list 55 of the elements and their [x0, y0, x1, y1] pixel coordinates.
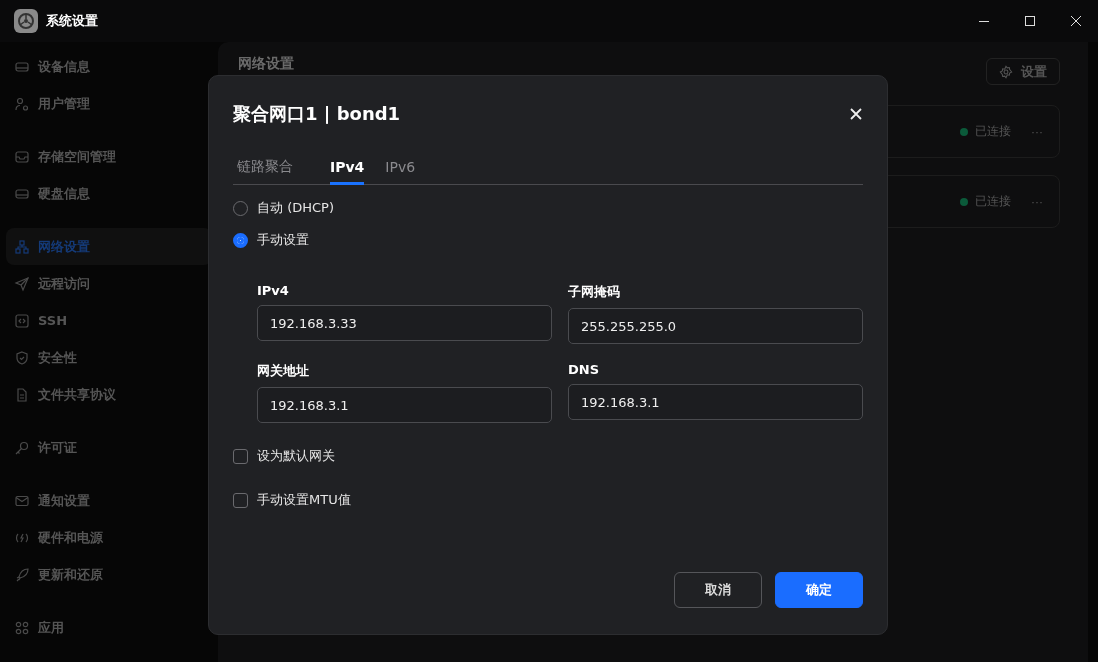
close-icon[interactable] [849, 107, 863, 121]
app-icon [14, 9, 38, 33]
sidebar-item[interactable]: 更新和还原 [6, 556, 212, 593]
tab[interactable]: IPv4 [330, 158, 365, 185]
sidebar-item[interactable]: 用户管理 [6, 85, 212, 122]
radio-label: 手动设置 [257, 231, 309, 249]
sidebar-item[interactable]: 许可证 [6, 429, 212, 466]
document-icon [14, 386, 30, 403]
dialog-title: 聚合网口1 | bond1 [233, 102, 401, 126]
window-title: 系统设置 [46, 12, 99, 30]
sidebar-item[interactable]: 存储空间管理 [6, 138, 212, 175]
sidebar-item[interactable]: SSH [6, 302, 212, 339]
network-icon [14, 238, 30, 255]
user-icon [14, 95, 30, 112]
status-text: 已连接 [975, 193, 1011, 210]
input-field[interactable]: 255.255.255.0 [568, 308, 863, 344]
sidebar-item[interactable]: 硬盘信息 [6, 175, 212, 212]
checkbox[interactable] [233, 492, 248, 508]
field-label: IPv4 [257, 283, 290, 298]
sidebar-item[interactable]: 文件共享协议 [6, 376, 212, 413]
tab[interactable]: 链路聚合 [237, 158, 293, 185]
key-icon [14, 439, 30, 456]
maximize-icon[interactable] [1022, 13, 1038, 29]
sidebar-item[interactable]: 硬件和电源 [6, 519, 212, 556]
confirm-button[interactable]: 确定 [775, 572, 863, 608]
radio-button[interactable] [233, 232, 248, 248]
page-title: 网络设置 [238, 55, 294, 71]
inbox-icon [14, 148, 30, 165]
sidebar-item[interactable]: 安全性 [6, 339, 212, 376]
close-icon[interactable] [1068, 13, 1084, 29]
settings-icon [999, 64, 1013, 79]
tab[interactable]: IPv6 [385, 158, 416, 185]
field-label: 子网掩码 [568, 283, 621, 301]
sidebar-item[interactable]: 应用 [6, 609, 212, 646]
shield-icon [14, 349, 30, 366]
paper-plane-icon [14, 275, 30, 292]
field-label: DNS [568, 362, 601, 377]
more-button[interactable]: ··· [1031, 124, 1043, 139]
input-field[interactable]: 192.168.3.1 [257, 387, 552, 423]
status-text: 已连接 [975, 123, 1011, 140]
checkbox[interactable] [233, 448, 248, 464]
checkbox-label: 设为默认网关 [257, 447, 335, 465]
cancel-button[interactable]: 取消 [674, 572, 762, 608]
sidebar-item[interactable]: 远程访问 [6, 265, 212, 302]
sidebar-item[interactable]: 通知设置 [6, 482, 212, 519]
input-field[interactable]: 192.168.3.33 [257, 305, 552, 341]
input-field[interactable]: 192.168.3.1 [568, 384, 863, 420]
field-label: 网关地址 [257, 362, 310, 380]
settings-button[interactable]: 设置 [986, 58, 1060, 85]
radio-label: 自动 (DHCP) [257, 199, 334, 217]
checkbox-label: 手动设置MTU值 [257, 491, 351, 509]
code-icon [14, 312, 30, 329]
sidebar-item[interactable]: 设备信息 [6, 48, 212, 85]
apps-icon [14, 619, 30, 636]
more-button[interactable]: ··· [1031, 194, 1043, 209]
